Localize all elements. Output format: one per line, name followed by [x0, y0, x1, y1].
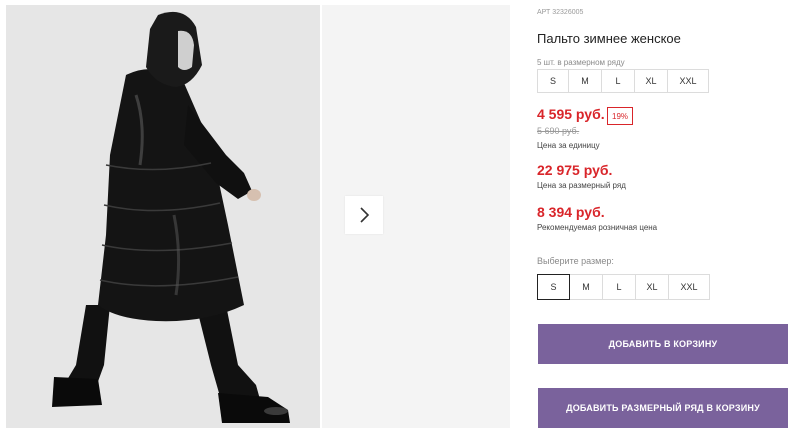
discount-badge: 19%	[607, 107, 634, 125]
size-selector: S M L XL XXL	[537, 274, 710, 300]
article-number: АРТ 32326005	[537, 9, 584, 16]
size-row-info: S M L XL XXL	[537, 69, 709, 93]
size-option-xxl[interactable]: XXL	[668, 274, 710, 300]
size-row-cell: M	[568, 69, 602, 93]
row-price: 22 975 руб.	[537, 162, 613, 178]
unit-price-caption: Цена за единицу	[537, 141, 600, 150]
size-option-xl[interactable]: XL	[635, 274, 669, 300]
size-row-cell: S	[537, 69, 569, 93]
add-to-cart-button[interactable]: ДОБАВИТЬ В КОРЗИНУ	[538, 324, 788, 364]
add-size-row-to-cart-button[interactable]: ДОБАВИТЬ РАЗМЕРНЫЙ РЯД В КОРЗИНУ	[538, 388, 788, 428]
select-size-label: Выберите размер:	[537, 256, 614, 266]
size-option-l[interactable]: L	[602, 274, 636, 300]
gallery-next-button[interactable]	[345, 196, 383, 234]
size-option-s[interactable]: S	[537, 274, 570, 300]
chevron-right-icon	[358, 207, 370, 223]
coat-model-illustration	[6, 5, 320, 428]
size-option-m[interactable]: M	[569, 274, 603, 300]
size-row-label: 5 шт. в размерном ряду	[537, 58, 625, 67]
old-price: 5 690 руб.	[537, 126, 580, 136]
product-main-photo[interactable]	[6, 5, 320, 428]
product-details: АРТ 32326005 Пальто зимнее женское 5 шт.…	[537, 0, 800, 433]
row-price-caption: Цена за размерный ряд	[537, 181, 626, 190]
product-title: Пальто зимнее женское	[537, 31, 681, 46]
size-row-cell: XXL	[667, 69, 709, 93]
product-gallery	[0, 0, 510, 433]
size-row-cell: XL	[634, 69, 668, 93]
size-row-cell: L	[601, 69, 635, 93]
unit-price: 4 595 руб.	[537, 106, 605, 122]
recommended-retail-price: 8 394 руб.	[537, 204, 605, 220]
recommended-retail-price-caption: Рекомендуемая розничная цена	[537, 223, 658, 232]
